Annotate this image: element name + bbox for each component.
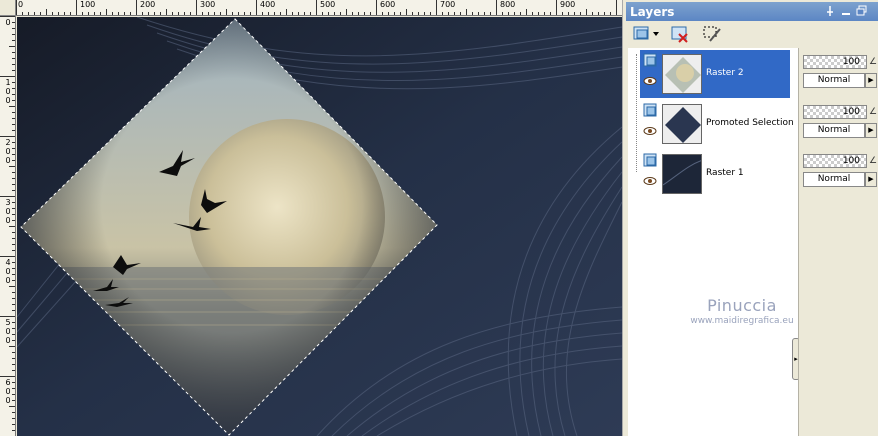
ruler-label: 300: [5, 198, 11, 225]
delete-layer-icon: [671, 26, 688, 43]
ruler-label: 500: [320, 0, 336, 9]
layer-properties-column: 100 ∠ Normal ▶ 100 ∠ Normal ▶ 100 ∠ Norm…: [798, 48, 878, 436]
ruler-label: 900: [560, 0, 576, 9]
layer-row-raster-1[interactable]: Raster 1: [640, 150, 790, 198]
layers-title: Layers: [630, 5, 675, 19]
visibility-eye-icon[interactable]: [643, 76, 657, 86]
ruler-label: 500: [5, 318, 11, 345]
visibility-eye-icon[interactable]: [643, 176, 657, 186]
layer-row-promoted-selection[interactable]: Promoted Selection: [640, 100, 794, 148]
selection-edit-icon: [703, 26, 721, 42]
layer-properties-raster-1: 100 ∠ Normal ▶: [801, 154, 877, 194]
opacity-slider-icon[interactable]: ∠: [869, 57, 877, 67]
image-view[interactable]: [17, 17, 622, 436]
raster-layer-icon: [643, 53, 657, 67]
layer-row-raster-2[interactable]: Raster 2: [640, 50, 790, 98]
ruler-corner: [0, 0, 16, 16]
opacity-slider-icon[interactable]: ∠: [869, 156, 877, 166]
delete-layer-button[interactable]: [670, 24, 690, 44]
ruler-label: 300: [200, 0, 216, 9]
layer-group-connector: [636, 54, 638, 172]
restore-icon[interactable]: [856, 5, 868, 17]
artwork-canvas: [17, 17, 622, 436]
layer-list: Raster 2 Promoted Selection Raster 1 Pin…: [628, 48, 800, 436]
blend-mode-select[interactable]: Normal: [803, 172, 865, 187]
ruler-label: 200: [5, 138, 11, 165]
ruler-label: 200: [140, 0, 156, 9]
ruler-label: 400: [260, 0, 276, 9]
layer-thumbnail: [662, 154, 702, 194]
raster-layer-icon: [643, 103, 657, 117]
blend-mode-arrow-icon[interactable]: ▶: [865, 123, 877, 138]
layer-thumbnail: [662, 54, 702, 94]
opacity-field[interactable]: 100: [803, 55, 867, 69]
layer-name: Raster 1: [706, 168, 744, 178]
horizontal-ruler: 0 100 200 300 400 500 600 700 800 900: [16, 0, 624, 16]
minimize-icon[interactable]: [840, 5, 852, 17]
ruler-label: 600: [380, 0, 396, 9]
ruler-label: 800: [500, 0, 516, 9]
blend-mode-select[interactable]: Normal: [803, 123, 865, 138]
opacity-field[interactable]: 100: [803, 105, 867, 119]
ruler-label: 700: [440, 0, 456, 9]
blend-mode-arrow-icon[interactable]: ▶: [865, 172, 877, 187]
layers-toolbar: [626, 22, 878, 46]
layer-properties-promoted-selection: 100 ∠ Normal ▶: [801, 105, 877, 145]
blend-mode-arrow-icon[interactable]: ▶: [865, 73, 877, 88]
image-canvas-area: 0 100 200 300 400 500 600 700 800 900 0 …: [0, 0, 624, 436]
ruler-label: 400: [5, 258, 11, 285]
layers-palette: Layers Raster 2 Promoted Selection Raste…: [626, 0, 878, 436]
ruler-label: 0: [5, 18, 11, 27]
visibility-eye-icon[interactable]: [643, 126, 657, 136]
vertical-ruler: 0 100 200 300 400 500 600: [0, 16, 16, 436]
opacity-field[interactable]: 100: [803, 154, 867, 168]
pin-icon[interactable]: [824, 5, 836, 17]
blend-mode-select[interactable]: Normal: [803, 73, 865, 88]
new-layer-icon: [633, 26, 659, 40]
raster-layer-icon: [643, 153, 657, 167]
ruler-label: 100: [80, 0, 96, 9]
ruler-label: 0: [18, 0, 24, 9]
ruler-label: 600: [5, 378, 11, 405]
selection-edit-button[interactable]: [702, 24, 722, 44]
layer-properties-raster-2: 100 ∠ Normal ▶: [801, 55, 877, 95]
layer-name: Raster 2: [706, 68, 744, 78]
layer-thumbnail: [662, 104, 702, 144]
new-layer-button[interactable]: [632, 24, 660, 44]
opacity-slider-icon[interactable]: ∠: [869, 107, 877, 117]
layer-name: Promoted Selection: [706, 118, 794, 128]
layers-title-bar: Layers: [626, 2, 878, 21]
ruler-label: 100: [5, 78, 11, 105]
